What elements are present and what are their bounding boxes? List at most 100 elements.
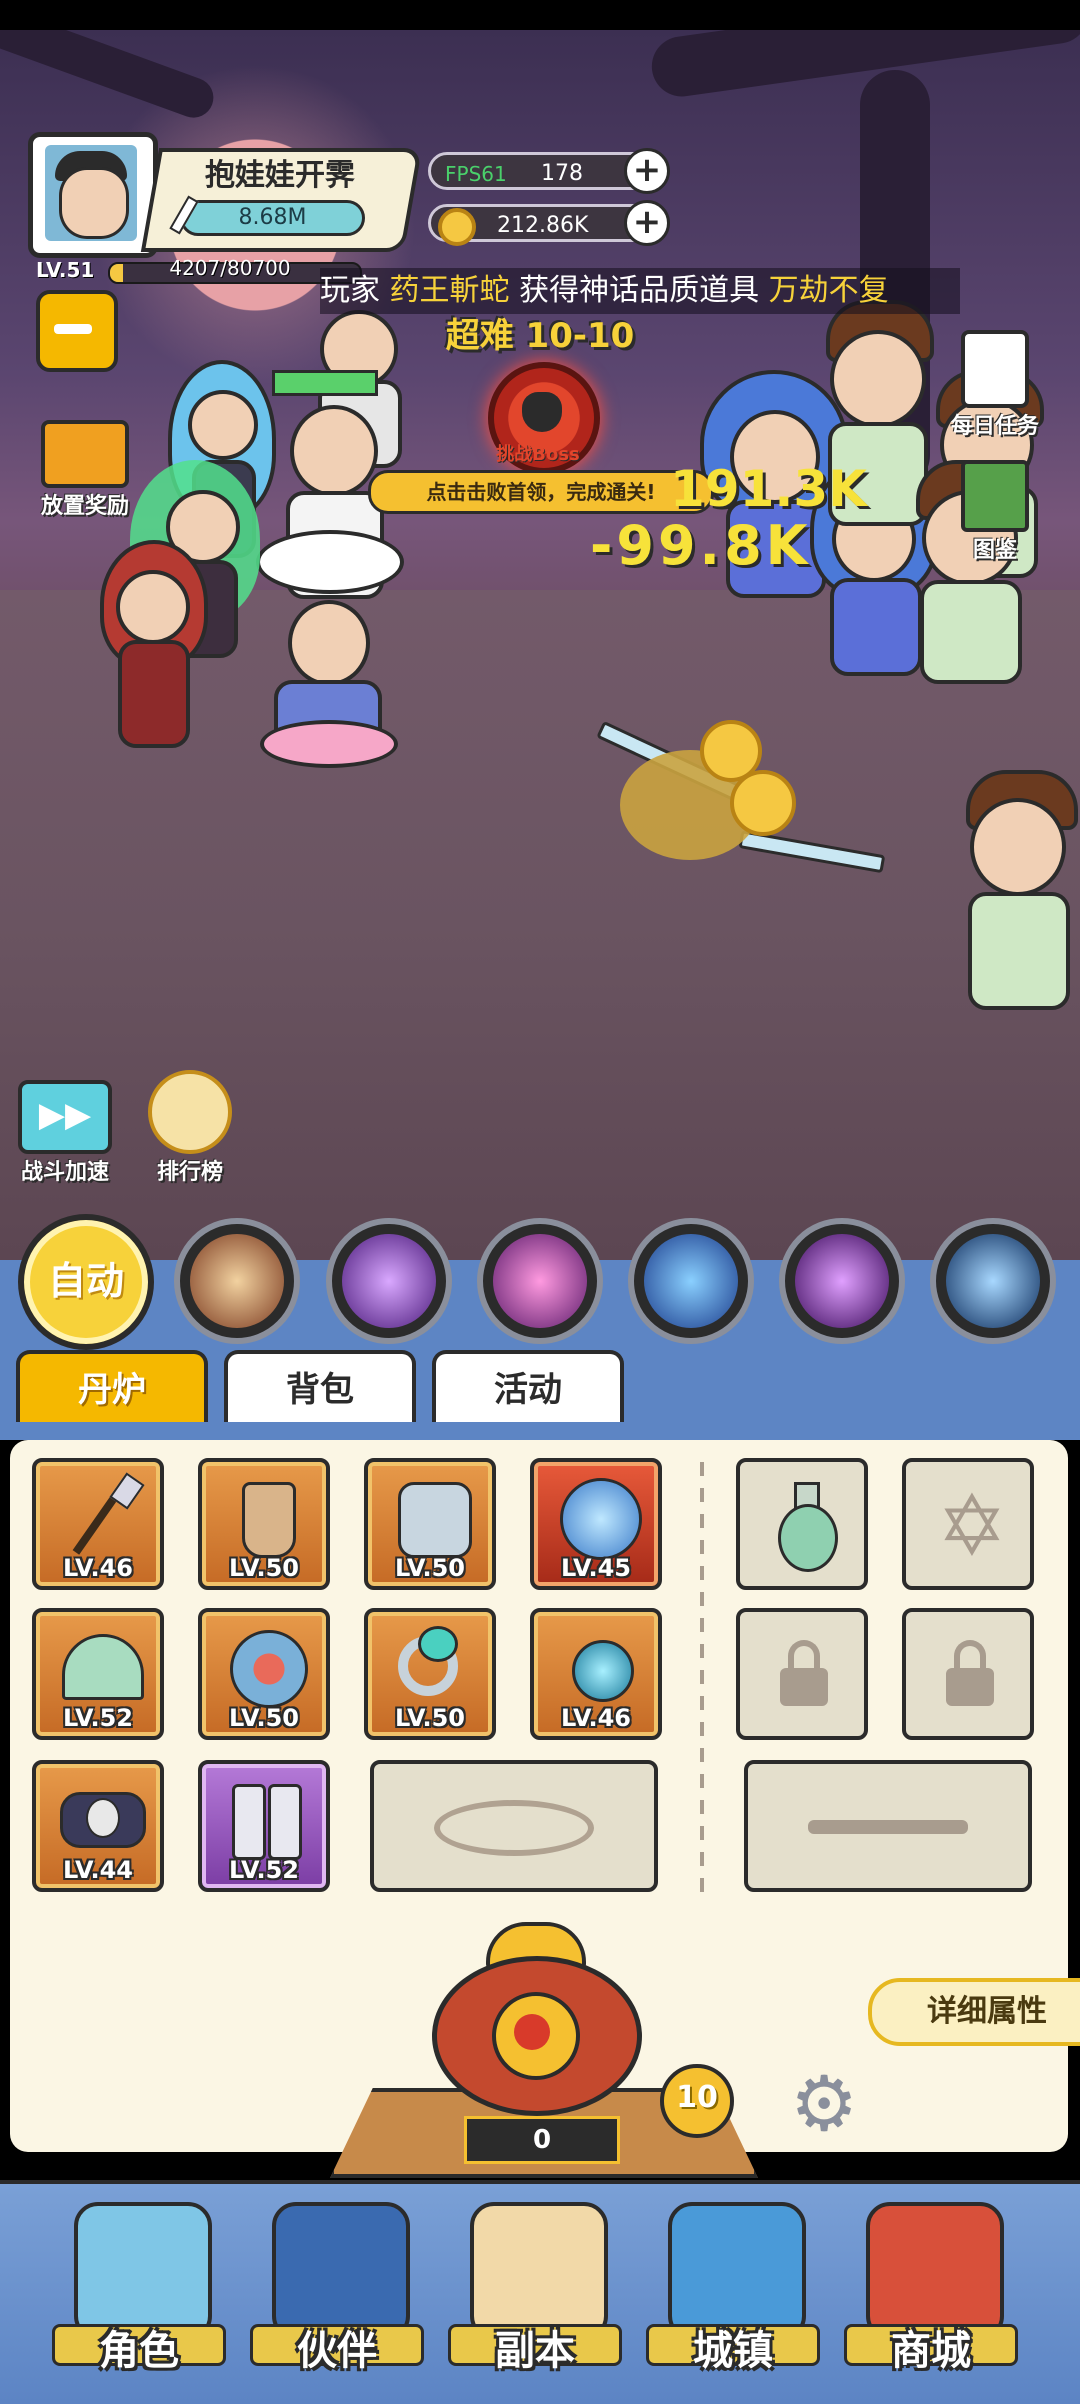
enemy-villager-4[interactable] xyxy=(950,770,1080,1020)
nav-character[interactable]: 角色 xyxy=(44,2196,234,2386)
gold-coin-icon xyxy=(730,770,796,836)
fps-overlay: FPS61 xyxy=(445,162,507,186)
boss-hint-banner: 点击击败首领，完成通关! xyxy=(368,470,714,514)
idle-reward-label: 放置奖励 xyxy=(40,494,129,519)
gold-value: 212.86K xyxy=(497,213,589,238)
ally-bald-monk[interactable] xyxy=(260,600,398,768)
equip-slot[interactable]: LV.46 xyxy=(32,1458,164,1590)
settings-gear-icon[interactable]: ⚙ xyxy=(790,2064,906,2144)
cape-icon xyxy=(226,1476,306,1558)
codex-label: 图鉴 xyxy=(972,538,1017,563)
item-level: LV.50 xyxy=(229,1554,299,1582)
dragon-orb-icon xyxy=(558,1476,642,1560)
ring-icon xyxy=(392,1626,472,1706)
skull-belt-icon xyxy=(60,1778,146,1858)
power-value: 8.68M xyxy=(238,205,307,230)
skill-vortex[interactable] xyxy=(326,1218,452,1344)
tree-branch-left xyxy=(0,30,220,124)
leaderboard-button[interactable]: 排行榜 xyxy=(130,1070,250,1186)
gold-coin-icon xyxy=(438,208,476,246)
tab-activity[interactable]: 活动 xyxy=(432,1350,624,1422)
nav-shop[interactable]: 商城 xyxy=(836,2196,1026,2386)
book-icon xyxy=(961,460,1029,532)
equip-slot[interactable]: LV.52 xyxy=(32,1608,164,1740)
locked-slot[interactable] xyxy=(736,1608,868,1740)
equip-slot[interactable]: LV.45 xyxy=(530,1458,662,1590)
exp-text: 4207/80700 xyxy=(169,256,291,280)
skill-dark-sphere[interactable] xyxy=(779,1218,905,1344)
player-name: 抱娃娃开霁 xyxy=(205,158,355,193)
furnace-level-badge[interactable]: 10 xyxy=(660,2064,734,2138)
item-level: LV.50 xyxy=(395,1554,465,1582)
scroll-list-icon xyxy=(961,330,1029,408)
nav-dungeon[interactable]: 副本 xyxy=(440,2196,630,2386)
collapse-menu-button[interactable] xyxy=(36,290,118,372)
magic-circle-icon xyxy=(434,1800,594,1856)
equip-slot[interactable]: LV.46 xyxy=(530,1608,662,1740)
player-level: LV.51 xyxy=(36,258,95,282)
lock-icon xyxy=(946,1640,994,1706)
equip-slot[interactable]: LV.50 xyxy=(198,1458,330,1590)
skill-thunder[interactable] xyxy=(930,1218,1056,1344)
ally-health-bar xyxy=(272,370,378,396)
detail-attributes-button[interactable]: 详细属性 xyxy=(868,1978,1080,2046)
add-gold-button[interactable]: + xyxy=(624,200,670,246)
energy-value: 178 xyxy=(541,161,583,186)
nav-town[interactable]: 城镇 xyxy=(638,2196,828,2386)
skill-blue-comet[interactable] xyxy=(628,1218,754,1344)
nav-label: 角色 xyxy=(99,2328,179,2374)
daily-tasks-label: 每日任务 xyxy=(950,414,1039,439)
skill-spiral[interactable] xyxy=(477,1218,603,1344)
shield-icon xyxy=(226,1626,308,1708)
lock-icon xyxy=(780,1640,828,1706)
item-level: LV.52 xyxy=(63,1704,133,1732)
item-level: LV.44 xyxy=(63,1856,133,1884)
locked-slot[interactable] xyxy=(902,1608,1034,1740)
daily-tasks-button[interactable]: 每日任务 xyxy=(930,330,1060,440)
equip-slot[interactable]: LV.50 xyxy=(364,1458,496,1590)
equip-slot[interactable]: LV.52 xyxy=(198,1760,330,1892)
nav-label: 伙伴 xyxy=(297,2328,377,2374)
item-level: LV.52 xyxy=(229,1856,299,1884)
hexagram-icon: ✡ xyxy=(936,1477,1008,1575)
equip-slot[interactable]: LV.44 xyxy=(32,1760,164,1892)
damage-number-top: 191.3K xyxy=(670,460,867,518)
broadcast-player-2: 斬蛇 xyxy=(449,273,510,308)
player-avatar-frame[interactable] xyxy=(28,132,158,258)
magic-circle-slot[interactable] xyxy=(370,1760,658,1892)
boots-icon xyxy=(226,1778,306,1860)
furnace-counter: 0 xyxy=(464,2116,620,2164)
equip-slot[interactable]: LV.50 xyxy=(364,1608,496,1740)
equip-slot[interactable]: LV.50 xyxy=(198,1608,330,1740)
skill-tornado[interactable] xyxy=(174,1218,300,1344)
boss-label: 挑战Boss xyxy=(496,444,580,465)
auto-battle-button[interactable]: 自动 xyxy=(18,1214,154,1350)
ally-red-hair-warrior[interactable] xyxy=(90,540,220,770)
add-energy-button[interactable]: + xyxy=(624,148,670,194)
hexagram-slot[interactable]: ✡ xyxy=(902,1458,1034,1590)
battle-speed-button[interactable]: ▶▶ 战斗加速 xyxy=(10,1080,120,1186)
idle-reward-button[interactable]: 放置奖励 xyxy=(20,420,150,520)
sword-icon xyxy=(168,195,199,236)
nav-partner[interactable]: 伙伴 xyxy=(242,2196,432,2386)
potion-slot[interactable] xyxy=(736,1458,868,1590)
weapon-silhouette-slot[interactable] xyxy=(744,1760,1032,1892)
tab-furnace[interactable]: 丹炉 xyxy=(16,1350,208,1422)
alchemy-furnace[interactable] xyxy=(408,1922,656,2122)
trident-icon xyxy=(808,1820,968,1834)
item-level: LV.46 xyxy=(561,1704,631,1732)
damage-number-main: -99.8K xyxy=(590,514,812,577)
armor-icon xyxy=(392,1476,472,1558)
avatar xyxy=(45,145,137,241)
orb-icon xyxy=(558,1626,638,1706)
battle-speed-label: 战斗加速 xyxy=(20,1160,109,1185)
broadcast-player: 药王 xyxy=(389,273,450,308)
nav-label: 副本 xyxy=(495,2328,575,2374)
yin-yang-disc xyxy=(256,530,404,594)
tab-backpack[interactable]: 背包 xyxy=(224,1350,416,1422)
item-level: LV.50 xyxy=(395,1704,465,1732)
fast-forward-icon: ▶▶ xyxy=(18,1080,112,1154)
codex-button[interactable]: 图鉴 xyxy=(930,460,1060,564)
demon-mask-icon xyxy=(522,392,562,432)
divider xyxy=(700,1462,704,1902)
